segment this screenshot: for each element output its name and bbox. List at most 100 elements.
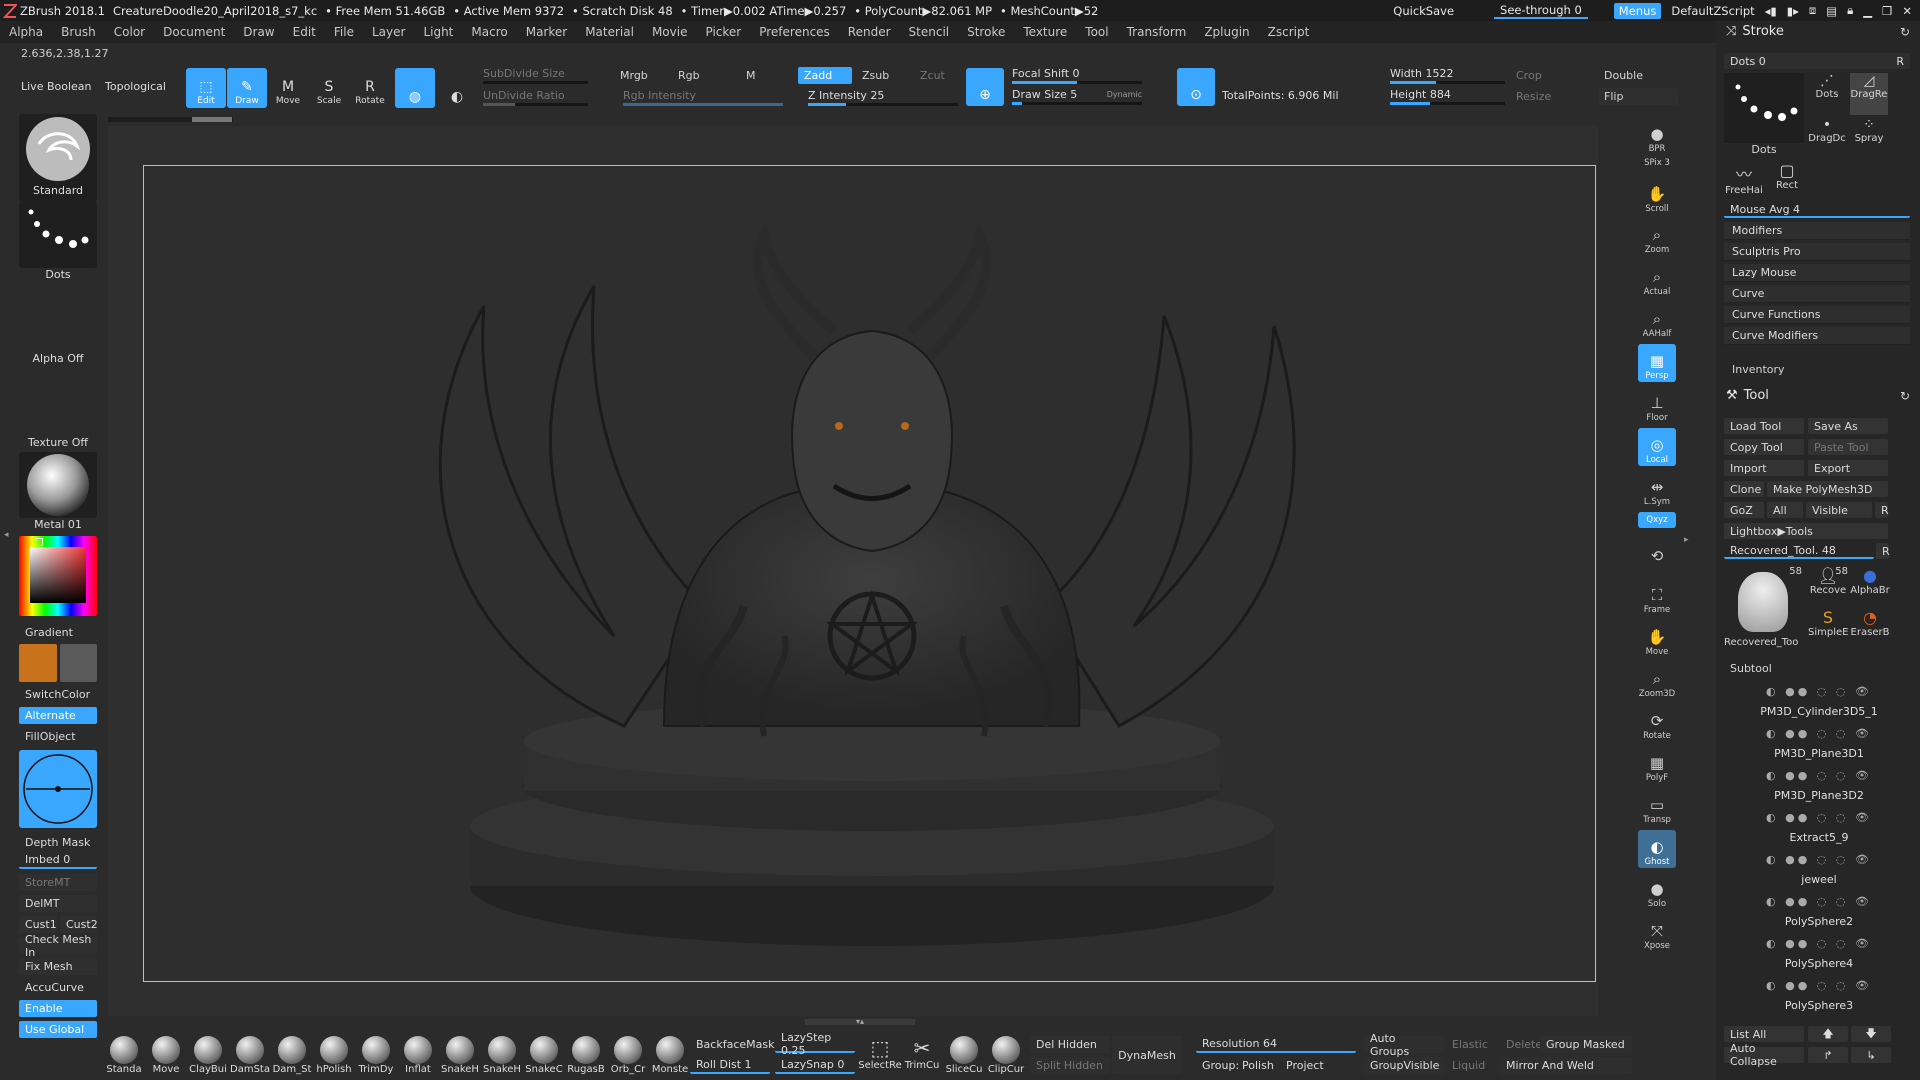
nav-bpr-button[interactable]: ● BPR: [1638, 117, 1676, 155]
rgb-toggle[interactable]: Rgb: [672, 67, 727, 84]
minimize-icon[interactable]: ▁: [1863, 4, 1872, 18]
goz-r-button[interactable]: R: [1875, 502, 1889, 518]
nav-solo-button[interactable]: ● Solo: [1638, 872, 1676, 910]
nav-floor-button[interactable]: ⊥ Floor: [1638, 386, 1676, 424]
paste-tool-button[interactable]: Paste Tool: [1808, 439, 1888, 455]
draw-size-slider[interactable]: Draw Size 5 Dynamic: [1012, 88, 1142, 105]
nav-local-button[interactable]: ◎ Local: [1638, 428, 1676, 466]
current-tool-slider[interactable]: Recovered_Tool. 48: [1724, 543, 1874, 559]
copy-tool-button[interactable]: Copy Tool: [1724, 439, 1804, 455]
nav-ghost-button[interactable]: ◐ Ghost: [1638, 830, 1676, 868]
nav-transp-button[interactable]: ▭ Transp: [1638, 788, 1676, 826]
lazystep-slider[interactable]: LazyStep 0.25: [775, 1031, 855, 1057]
draw-size-icon-button[interactable]: ⊙: [1177, 68, 1215, 106]
mrgb-toggle[interactable]: Mrgb: [614, 67, 669, 84]
menu-texture[interactable]: Texture: [1014, 25, 1076, 39]
subtool-down-button[interactable]: 🡇: [1851, 1026, 1891, 1042]
delete-button[interactable]: Delete: [1500, 1036, 1542, 1053]
shelf-scroll-indicator[interactable]: [108, 117, 233, 122]
goz-button[interactable]: GoZ: [1724, 502, 1764, 518]
cube-icon[interactable]: ⧈: [1809, 3, 1816, 18]
layout-icon[interactable]: ▮▸: [1787, 4, 1799, 18]
subtool-row-7[interactable]: ◐ ●● ◌ ◌ 👁︎ PolySphere4: [1726, 935, 1912, 975]
clone-button[interactable]: Clone: [1724, 481, 1764, 497]
brush-standard-button[interactable]: Standa: [104, 1036, 144, 1080]
subtool-row-2[interactable]: ◐ ●● ◌ ◌ 👁︎ PM3D_Plane3D1: [1726, 725, 1912, 765]
tool-thumb-simplebrush[interactable]: S SimpleE: [1808, 608, 1848, 648]
tool-palette-title[interactable]: ⚒ Tool: [1726, 388, 1769, 403]
goz-all-button[interactable]: All: [1767, 502, 1803, 518]
brush-inflate-button[interactable]: Inflat: [398, 1036, 438, 1080]
dynamesh-button[interactable]: DynaMesh: [1112, 1036, 1182, 1074]
menu-stencil[interactable]: Stencil: [900, 25, 959, 39]
menu-brush[interactable]: Brush: [52, 25, 105, 39]
scale-button[interactable]: S Scale: [309, 68, 349, 108]
tool-thumb-eraserbrush[interactable]: ◔ EraserB: [1850, 608, 1890, 648]
nav-frame-button[interactable]: ⛶ Frame: [1638, 578, 1676, 616]
material-sphere-button[interactable]: ◐: [437, 68, 477, 108]
menu-material[interactable]: Material: [576, 25, 643, 39]
left-tray-handle[interactable]: ◂: [4, 530, 10, 570]
alpha-picker[interactable]: [19, 286, 97, 352]
right-tray-handle[interactable]: ▸: [1684, 535, 1689, 545]
tool-thumb-alphabrush[interactable]: ● AlphaBr: [1850, 566, 1890, 606]
nav-polyf-button[interactable]: ▦ PolyF: [1638, 746, 1676, 784]
resize-button[interactable]: Resize: [1510, 88, 1590, 105]
polish-button[interactable]: Polish: [1236, 1057, 1280, 1074]
brush-damst2-button[interactable]: Dam_St: [272, 1036, 312, 1080]
elastic-button[interactable]: Elastic: [1446, 1036, 1498, 1053]
subtool-row-icons[interactable]: ◐ ●● ◌ ◌ 👁︎: [1766, 685, 1872, 698]
rotate-button[interactable]: R Rotate: [350, 68, 390, 108]
subtool-header[interactable]: Subtool: [1730, 662, 1772, 675]
subtool-move-up-button[interactable]: ↱: [1808, 1047, 1848, 1063]
menu-stroke[interactable]: Stroke: [958, 25, 1014, 39]
subtool-row-icons[interactable]: ◐ ●● ◌ ◌ 👁︎: [1766, 811, 1872, 824]
stroke-picker[interactable]: [19, 202, 97, 268]
enable-button[interactable]: Enable: [19, 1000, 97, 1017]
subtool-row-icons[interactable]: ◐ ●● ◌ ◌ 👁︎: [1766, 853, 1872, 866]
edit-button[interactable]: ⬚ Edit: [186, 68, 226, 108]
accucurve-button[interactable]: AccuCurve: [19, 979, 97, 996]
stroke-rect-thumb[interactable]: ▢ Rect: [1768, 161, 1806, 203]
split-hidden-button[interactable]: Split Hidden: [1030, 1057, 1110, 1074]
dots-r-button[interactable]: R: [1896, 55, 1904, 68]
subdivide-size-slider[interactable]: SubDivide Size: [483, 67, 588, 84]
rgb-intensity-slider[interactable]: Rgb Intensity: [623, 89, 783, 106]
subtool-row-5[interactable]: ◐ ●● ◌ ◌ 👁︎ jeweel: [1726, 851, 1912, 891]
zadd-toggle[interactable]: Zadd: [798, 67, 852, 84]
live-boolean-button[interactable]: Live Boolean: [21, 80, 92, 93]
menu-document[interactable]: Document: [154, 25, 234, 39]
brush-move-button[interactable]: Move: [146, 1036, 186, 1080]
menu-tool[interactable]: Tool: [1076, 25, 1117, 39]
fix-mesh-button[interactable]: Fix Mesh: [19, 958, 97, 975]
brush-orbcracks-button[interactable]: Orb_Cr: [608, 1036, 648, 1080]
m-toggle[interactable]: M: [740, 67, 780, 84]
make-polymesh-button[interactable]: Make PolyMesh3D: [1767, 481, 1888, 497]
height-slider[interactable]: Height 884: [1390, 88, 1505, 105]
nav-actual-button[interactable]: ⌕ Actual: [1638, 260, 1676, 298]
stroke-dots-thumb[interactable]: ⋰ Dots: [1808, 73, 1846, 115]
selectrect-button[interactable]: ⬚ SelectRe: [858, 1036, 902, 1080]
list-all-button[interactable]: List All: [1724, 1026, 1804, 1042]
brush-hpolish-button[interactable]: hPolish: [314, 1036, 354, 1080]
menu-draw[interactable]: Draw: [234, 25, 283, 39]
trimcurve-button[interactable]: ✂ TrimCu: [902, 1036, 942, 1080]
focal-icon-button[interactable]: ⊕: [966, 68, 1004, 106]
nav-zoom-button[interactable]: ⌕ Zoom: [1638, 218, 1676, 256]
brush-snakehook-button[interactable]: SnakeH: [440, 1036, 480, 1080]
main-color-swatch[interactable]: [19, 644, 57, 682]
delmt-button[interactable]: DelMT: [19, 895, 97, 912]
default-zscript-button[interactable]: DefaultZScript: [1671, 4, 1754, 18]
nav-persp-button[interactable]: ▦ Persp: [1638, 344, 1676, 382]
group-masked-button[interactable]: Group Masked: [1540, 1036, 1632, 1053]
brush-trimdynamic-button[interactable]: TrimDy: [356, 1036, 396, 1080]
slicecurve-button[interactable]: SliceCu: [944, 1036, 984, 1080]
double-button[interactable]: Double: [1598, 67, 1678, 84]
creature-sculpt-model[interactable]: [144, 166, 1597, 983]
subtool-row-4[interactable]: ◐ ●● ◌ ◌ 👁︎ Extract5_9: [1726, 809, 1912, 849]
brush-rugas-button[interactable]: RugasB: [566, 1036, 606, 1080]
stroke-spray-thumb[interactable]: ⁘ Spray: [1850, 117, 1888, 159]
subtool-row-6[interactable]: ◐ ●● ◌ ◌ 👁︎ PolySphere2: [1726, 893, 1912, 933]
menu-light[interactable]: Light: [414, 25, 462, 39]
group-visible-button[interactable]: GroupVisible: [1364, 1057, 1444, 1074]
